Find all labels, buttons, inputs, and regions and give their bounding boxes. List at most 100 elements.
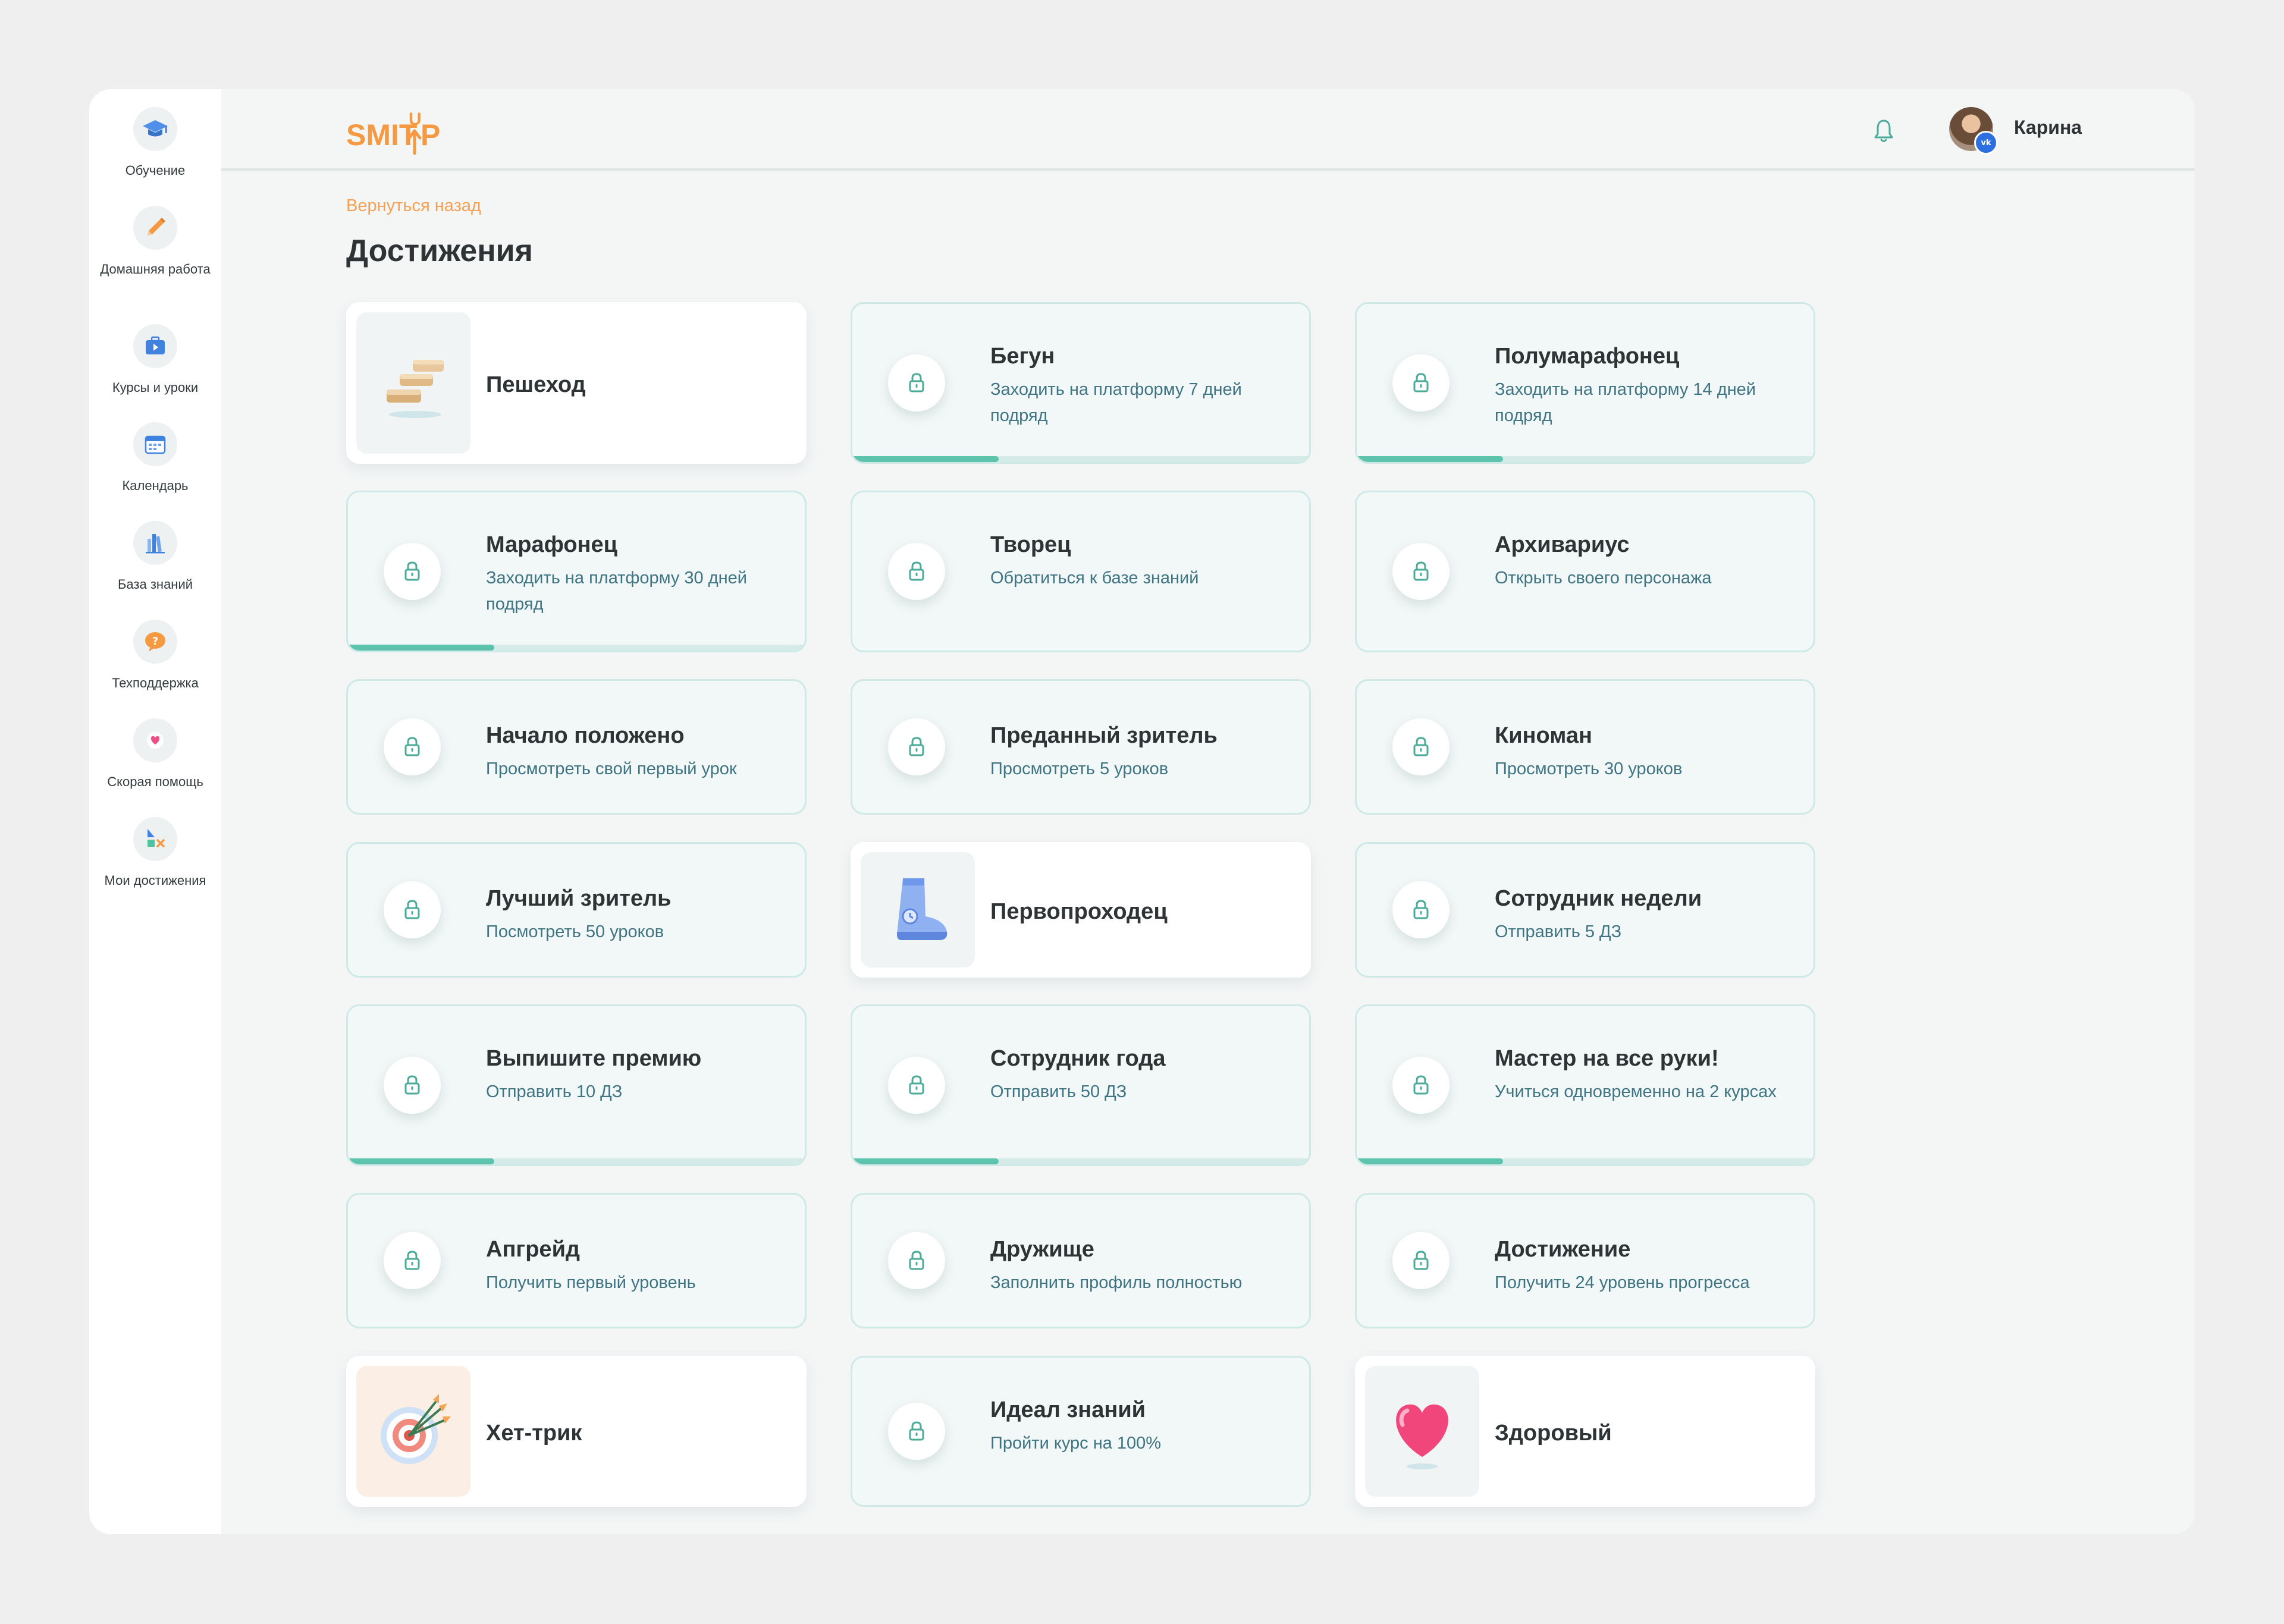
achievement-description: Получить первый уровень bbox=[486, 1273, 696, 1292]
achievement-title: Дружище bbox=[990, 1237, 1094, 1262]
achievement-card[interactable]: Апгрейд Получить первый уровень bbox=[346, 1193, 807, 1328]
sidebar-item-label: Техподдержка bbox=[112, 676, 199, 690]
achievement-description: Обратиться к базе знаний bbox=[990, 568, 1199, 588]
achievement-title: Сотрудник недели bbox=[1495, 886, 1702, 911]
achievement-card[interactable]: Мастер на все руки! Учиться одновременно… bbox=[1355, 1004, 1815, 1166]
progress-bar bbox=[348, 645, 805, 651]
progress-fill bbox=[852, 1158, 999, 1164]
sidebar-item-first-aid[interactable]: Скорая помощь bbox=[89, 718, 221, 791]
sidebar-item-knowledge-base[interactable]: База знаний bbox=[89, 521, 221, 594]
achievement-card[interactable]: Сотрудник года Отправить 50 ДЗ bbox=[851, 1004, 1311, 1166]
achievement-card[interactable]: Хет-трик bbox=[346, 1356, 807, 1507]
svg-text:SMIT: SMIT bbox=[346, 118, 417, 152]
achievement-text: Здоровый bbox=[1495, 1419, 1796, 1447]
achievement-card[interactable]: Полумарафонец Заходить на платформу 14 д… bbox=[1355, 302, 1815, 464]
target-icon bbox=[356, 1366, 470, 1497]
achievement-title: Мастер на все руки! bbox=[1495, 1046, 1719, 1071]
lock-icon bbox=[1392, 718, 1450, 775]
achievement-description: Получить 24 уровень прогресса bbox=[1495, 1273, 1750, 1292]
achievement-card[interactable]: Дружище Заполнить профиль полностью bbox=[851, 1193, 1311, 1328]
achievement-card[interactable]: Лучший зритель Посмотреть 50 уроков bbox=[346, 842, 807, 978]
user-name[interactable]: Карина bbox=[2014, 117, 2082, 139]
achievement-title: Преданный зритель bbox=[990, 723, 1218, 748]
achievement-card[interactable]: Здоровый bbox=[1355, 1356, 1815, 1507]
top-header: SMIT P U vk Карина bbox=[221, 89, 2195, 171]
achievement-card[interactable]: Начало положено Просмотреть свой первый … bbox=[346, 679, 807, 815]
achievement-text: Мастер на все руки! Учиться одновременно… bbox=[1495, 1044, 1796, 1105]
bell-icon[interactable] bbox=[1872, 118, 1896, 144]
back-link[interactable]: Вернуться назад bbox=[346, 196, 481, 216]
sidebar-item-support[interactable]: ? Техподдержка bbox=[89, 620, 221, 693]
achievement-title: Апгрейд bbox=[486, 1237, 581, 1262]
achievement-text: Творец Обратиться к базе знаний bbox=[990, 530, 1291, 591]
achievement-title: Пешеход bbox=[486, 372, 586, 397]
achievement-description: Просмотреть 5 уроков bbox=[990, 759, 1169, 778]
sidebar-item-learning[interactable]: Обучение bbox=[89, 107, 221, 180]
achievement-text: Начало положено Просмотреть свой первый … bbox=[486, 721, 787, 782]
achievement-title: Марафонец bbox=[486, 532, 618, 557]
achievement-card[interactable]: Выпишите премию Отправить 10 ДЗ bbox=[346, 1004, 807, 1166]
smitup-logo[interactable]: SMIT P U bbox=[346, 108, 459, 156]
course-briefcase-icon bbox=[133, 324, 177, 368]
lock-icon bbox=[888, 1057, 945, 1114]
lock-icon bbox=[1392, 354, 1450, 412]
sidebar-item-homework[interactable]: Домашняя работа bbox=[89, 206, 221, 279]
heart-icon bbox=[133, 718, 177, 762]
progress-bar bbox=[852, 456, 1309, 462]
achievement-text: Хет-трик bbox=[486, 1419, 787, 1447]
app-window: Обучение Домашняя работа Курсы и уроки К… bbox=[89, 89, 2195, 1534]
achievement-text: Сотрудник недели Отправить 5 ДЗ bbox=[1495, 884, 1796, 945]
achievement-text: Достижение Получить 24 уровень прогресса bbox=[1495, 1235, 1796, 1296]
pencil-icon bbox=[133, 206, 177, 250]
sidebar-item-label: Курсы и уроки bbox=[112, 380, 199, 395]
achievement-card[interactable]: Бегун Заходить на платформу 7 дней подря… bbox=[851, 302, 1311, 464]
vk-icon: vk bbox=[1974, 131, 1998, 155]
sidebar-item-label: Домашняя работа bbox=[100, 262, 211, 277]
question-bubble-icon: ? bbox=[133, 620, 177, 664]
svg-text:U: U bbox=[409, 109, 422, 129]
achievement-card[interactable]: Достижение Получить 24 уровень прогресса bbox=[1355, 1193, 1815, 1328]
achievement-text: Дружище Заполнить профиль полностью bbox=[990, 1235, 1291, 1296]
achievement-text: Лучший зритель Посмотреть 50 уроков bbox=[486, 884, 787, 945]
achievement-title: Начало положено bbox=[486, 723, 685, 748]
achievement-title: Творец bbox=[990, 532, 1071, 557]
achievement-text: Киноман Просмотреть 30 уроков bbox=[1495, 721, 1796, 782]
sidebar-item-label: Календарь bbox=[122, 478, 189, 493]
achievement-title: Идеал знаний bbox=[990, 1397, 1146, 1422]
lock-icon bbox=[384, 1232, 441, 1289]
avatar[interactable]: vk bbox=[1949, 107, 1998, 155]
lock-icon bbox=[384, 1057, 441, 1114]
achievement-description: Просмотреть 30 уроков bbox=[1495, 759, 1683, 778]
sidebar-item-label: База знаний bbox=[117, 577, 193, 592]
achievement-text: Пешеход bbox=[486, 370, 787, 399]
achievement-title: Первопроходец bbox=[990, 899, 1168, 924]
achievement-card[interactable]: Преданный зритель Просмотреть 5 уроков bbox=[851, 679, 1311, 815]
achievement-text: Апгрейд Получить первый уровень bbox=[486, 1235, 787, 1296]
achievement-description: Отправить 5 ДЗ bbox=[1495, 922, 1622, 941]
sidebar: Обучение Домашняя работа Курсы и уроки К… bbox=[89, 89, 221, 1534]
achievement-card[interactable]: Пешеход bbox=[346, 302, 807, 464]
achievement-card[interactable]: Марафонец Заходить на платформу 30 дней … bbox=[346, 491, 807, 652]
lock-icon bbox=[888, 718, 945, 775]
graduation-cap-icon bbox=[133, 107, 177, 151]
progress-fill bbox=[348, 645, 494, 651]
achievement-text: Идеал знаний Пройти курс на 100% bbox=[990, 1396, 1291, 1456]
bricks-icon bbox=[356, 312, 470, 454]
achievement-card[interactable]: Творец Обратиться к базе знаний bbox=[851, 491, 1311, 652]
svg-text:P: P bbox=[421, 118, 440, 152]
lock-icon bbox=[384, 543, 441, 600]
achievement-card[interactable]: Архивариус Открыть своего персонажа bbox=[1355, 491, 1815, 652]
lock-icon bbox=[1392, 881, 1450, 938]
sidebar-item-achievements[interactable]: Мои достижения bbox=[89, 817, 221, 890]
achievement-text: Архивариус Открыть своего персонажа bbox=[1495, 530, 1796, 591]
achievement-card[interactable]: Сотрудник недели Отправить 5 ДЗ bbox=[1355, 842, 1815, 978]
lock-icon bbox=[888, 543, 945, 600]
achievement-card[interactable]: Киноман Просмотреть 30 уроков bbox=[1355, 679, 1815, 815]
achievement-description: Отправить 10 ДЗ bbox=[486, 1082, 623, 1101]
sidebar-item-label: Скорая помощь bbox=[107, 774, 203, 789]
sidebar-item-courses[interactable]: Курсы и уроки bbox=[89, 324, 221, 397]
achievement-card[interactable]: Первопроходец bbox=[851, 842, 1311, 978]
boot-icon bbox=[861, 852, 975, 968]
sidebar-item-calendar[interactable]: Календарь bbox=[89, 422, 221, 495]
achievement-card[interactable]: Идеал знаний Пройти курс на 100% bbox=[851, 1356, 1311, 1507]
